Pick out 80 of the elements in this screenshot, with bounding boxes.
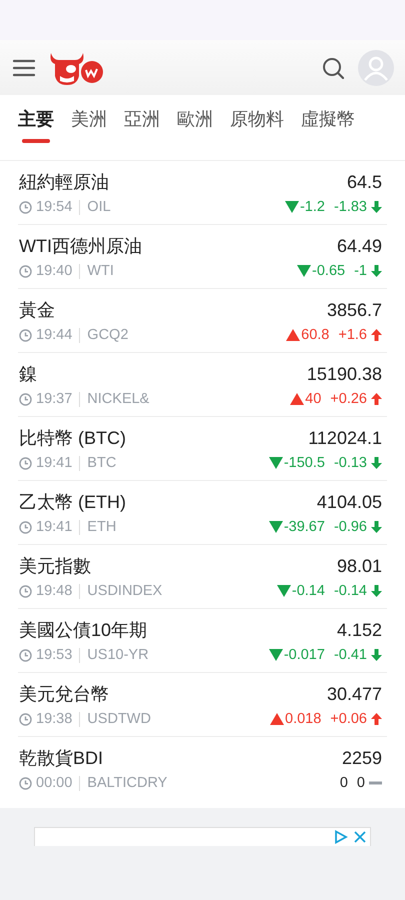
change-value: 60.8 xyxy=(301,327,330,343)
update-time: 19:41 xyxy=(36,519,72,535)
search-icon[interactable] xyxy=(322,56,344,78)
change-value: 40 xyxy=(305,391,322,407)
market-tab[interactable]: 主要 xyxy=(18,95,54,143)
instrument-name[interactable]: 比特幣 (BTC) xyxy=(19,426,126,450)
price-value: 2259 xyxy=(342,748,382,768)
percent-change: +0.06 xyxy=(330,711,367,727)
instrument-name[interactable]: 紐約輕原油 xyxy=(19,170,109,194)
clock-icon xyxy=(19,648,32,662)
percent-change: 0 xyxy=(356,775,365,791)
ticker-symbol: NICKEL& xyxy=(87,391,150,407)
change-value: -39.67 xyxy=(284,519,325,535)
percent-change: -1.83 xyxy=(334,199,367,215)
instrument-name[interactable]: 鎳 xyxy=(19,362,37,386)
ticker-symbol: USDTWD xyxy=(87,711,151,727)
price-value: 64.5 xyxy=(346,172,382,192)
close-icon[interactable] xyxy=(354,831,366,843)
change-value: -1.2 xyxy=(300,199,325,215)
ticker-symbol: GCQ2 xyxy=(87,327,128,343)
market-tab[interactable]: 美洲 xyxy=(71,95,107,143)
price-value: 3856.7 xyxy=(326,300,382,320)
change-value: -150.5 xyxy=(284,455,325,471)
instrument-name[interactable]: WTI西德州原油 xyxy=(19,234,142,258)
price-value: 4104.05 xyxy=(316,492,382,512)
menu-icon[interactable] xyxy=(13,58,35,76)
market-tab[interactable]: 歐洲 xyxy=(177,95,213,143)
clock-icon xyxy=(19,328,32,342)
clock-icon xyxy=(19,520,32,534)
update-time: 19:41 xyxy=(36,455,72,471)
market-tab[interactable]: 亞洲 xyxy=(124,95,160,143)
clock-icon xyxy=(19,200,32,214)
clock-icon xyxy=(19,584,32,598)
change-value: -0.017 xyxy=(284,647,325,663)
instrument-name[interactable]: 美元指數 xyxy=(19,554,91,578)
percent-change: -0.96 xyxy=(334,519,367,535)
ticker-symbol: ETH xyxy=(87,519,116,535)
change-value: -0.65 xyxy=(312,263,346,279)
change-value: 0.018 xyxy=(285,711,322,727)
update-time: 00:00 xyxy=(36,775,72,791)
update-time: 19:37 xyxy=(36,391,72,407)
price-value: 98.01 xyxy=(336,556,382,576)
percent-change: +1.6 xyxy=(338,327,367,343)
change-value: -0.14 xyxy=(292,583,325,599)
ticker-symbol: BALTICDRY xyxy=(87,775,168,791)
update-time: 19:53 xyxy=(36,647,72,663)
clock-icon xyxy=(19,456,32,470)
clock-icon xyxy=(19,776,32,790)
clock-icon xyxy=(19,712,32,726)
ticker-symbol: USDINDEX xyxy=(87,583,162,599)
market-tab[interactable]: 虛擬幣 xyxy=(301,95,355,143)
play-icon[interactable] xyxy=(334,830,348,844)
clock-icon xyxy=(19,392,32,406)
price-value: 112024.1 xyxy=(308,428,382,448)
ticker-symbol: OIL xyxy=(87,199,111,215)
percent-change: -0.41 xyxy=(334,647,367,663)
percent-change: -0.13 xyxy=(334,455,367,471)
price-value: 4.152 xyxy=(336,620,382,640)
price-value: 30.477 xyxy=(326,684,382,704)
instrument-name[interactable]: 乙太幣 (ETH) xyxy=(19,490,126,514)
percent-change: -1 xyxy=(354,263,367,279)
update-time: 19:40 xyxy=(36,263,72,279)
update-time: 19:44 xyxy=(36,327,72,343)
clock-icon xyxy=(19,264,32,278)
price-value: 15190.38 xyxy=(306,364,382,384)
instrument-name[interactable]: 美國公債10年期 xyxy=(19,618,148,642)
instrument-name[interactable]: 乾散貨BDI xyxy=(19,746,104,770)
ticker-symbol: BTC xyxy=(87,455,116,471)
instrument-name[interactable]: 黃金 xyxy=(19,298,55,322)
update-time: 19:54 xyxy=(36,199,72,215)
ticker-symbol: US10-YR xyxy=(87,647,149,663)
percent-change: -0.14 xyxy=(334,583,367,599)
ticker-symbol: WTI xyxy=(87,263,114,279)
price-value: 64.49 xyxy=(336,236,382,256)
update-time: 19:38 xyxy=(36,711,72,727)
instrument-name[interactable]: 美元兌台幣 xyxy=(19,682,109,706)
percent-change: +0.26 xyxy=(330,391,367,407)
update-time: 19:48 xyxy=(36,583,72,599)
change-value: 0 xyxy=(340,775,348,791)
market-tab[interactable]: 原物料 xyxy=(230,95,284,143)
